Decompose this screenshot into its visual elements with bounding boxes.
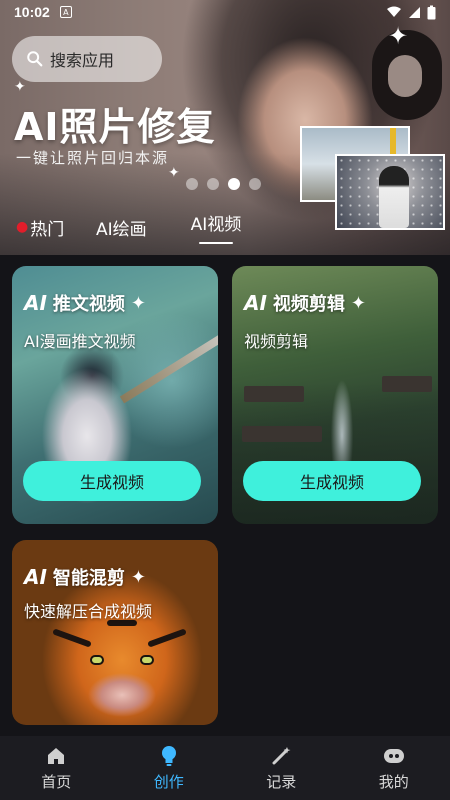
- page-dot[interactable]: [249, 178, 261, 190]
- search-bar[interactable]: 搜索应用: [12, 36, 162, 82]
- photo-detail: [379, 166, 409, 228]
- card-header: AI 推文视频 ✦: [24, 290, 146, 316]
- banner-subtitle: 一键让照片回归本源: [16, 149, 170, 167]
- search-icon: [27, 51, 43, 67]
- flame-icon: ●: [16, 219, 29, 235]
- generate-video-button[interactable]: 生成视频: [243, 461, 421, 501]
- tab-ai-video[interactable]: AI视频: [176, 210, 256, 244]
- card-artwork: [147, 628, 187, 648]
- card-artwork: [242, 426, 322, 442]
- profile-icon: [383, 745, 405, 767]
- nav-label: 首页: [41, 772, 72, 791]
- sparkle-icon: ✦: [350, 292, 367, 314]
- nav-label: 记录: [266, 772, 297, 791]
- feature-card-video-edit[interactable]: AI 视频剪辑 ✦ 视频剪辑 生成视频: [232, 266, 438, 524]
- feature-card-smart-mix[interactable]: AI 智能混剪 ✦ 快速解压合成视频: [12, 540, 218, 725]
- notification-icon: A: [59, 6, 72, 18]
- tab-active-indicator: [199, 242, 233, 244]
- wifi-icon: [387, 6, 401, 17]
- nav-label: 创作: [153, 772, 184, 791]
- nav-home[interactable]: 首页: [0, 736, 113, 800]
- nav-profile[interactable]: 我的: [338, 736, 450, 800]
- bulb-icon: [158, 745, 180, 767]
- sparkle-icon: ✦: [388, 22, 409, 50]
- card-artwork: [52, 628, 92, 648]
- card-artwork: [140, 655, 154, 665]
- ai-logo: AI: [24, 565, 47, 589]
- banner-title: AI照片修复: [14, 105, 216, 149]
- nav-label: 我的: [378, 772, 409, 791]
- magic-wand-icon: [270, 745, 292, 767]
- card-header: AI 智能混剪 ✦: [24, 564, 146, 590]
- page-indicator: [186, 178, 261, 190]
- status-time: 10:02: [14, 4, 50, 20]
- card-subtitle: 视频剪辑: [244, 332, 309, 351]
- status-icons: [386, 5, 436, 20]
- signal-icon: [409, 6, 420, 18]
- tab-label: 热门: [30, 219, 65, 240]
- page-dot-active[interactable]: [228, 178, 240, 190]
- nav-create[interactable]: 创作: [113, 736, 226, 800]
- card-title: 智能混剪: [52, 568, 125, 589]
- card-title: 视频剪辑: [272, 294, 345, 315]
- sparkle-icon: ✦: [14, 79, 26, 95]
- tab-hot[interactable]: ● 热门: [16, 215, 96, 240]
- sparkle-icon: ✦: [130, 566, 147, 588]
- status-bar: 10:02 A: [0, 0, 450, 24]
- card-artwork: [244, 386, 304, 402]
- bottom-nav: 首页 创作 记录 我的: [0, 736, 450, 800]
- tab-ai-painting[interactable]: AI绘画: [96, 215, 176, 240]
- card-artwork: [90, 655, 104, 665]
- nav-records[interactable]: 记录: [225, 736, 338, 800]
- card-header: AI 视频剪辑 ✦: [244, 290, 366, 316]
- banner-photo-after: [335, 154, 445, 230]
- card-artwork: [382, 376, 432, 392]
- feature-card-story-video[interactable]: AI 推文视频 ✦ AI漫画推文视频 生成视频: [12, 266, 218, 524]
- tab-label: AI视频: [190, 215, 242, 235]
- ai-logo: AI: [244, 291, 267, 315]
- home-icon: [45, 745, 67, 767]
- card-title: 推文视频: [52, 294, 125, 315]
- category-tabs: ● 热门 AI绘画 AI视频: [16, 210, 256, 244]
- search-placeholder: 搜索应用: [50, 51, 115, 70]
- card-subtitle: 快速解压合成视频: [24, 602, 153, 621]
- battery-icon: [427, 5, 436, 19]
- generate-video-button[interactable]: 生成视频: [23, 461, 201, 501]
- ai-logo: AI: [24, 291, 47, 315]
- sparkle-icon: ✦: [130, 292, 147, 314]
- sparkle-icon: ✦: [168, 165, 180, 181]
- card-subtitle: AI漫画推文视频: [24, 332, 136, 351]
- page-dot[interactable]: [186, 178, 198, 190]
- tab-label: AI绘画: [96, 219, 147, 240]
- page-dot[interactable]: [207, 178, 219, 190]
